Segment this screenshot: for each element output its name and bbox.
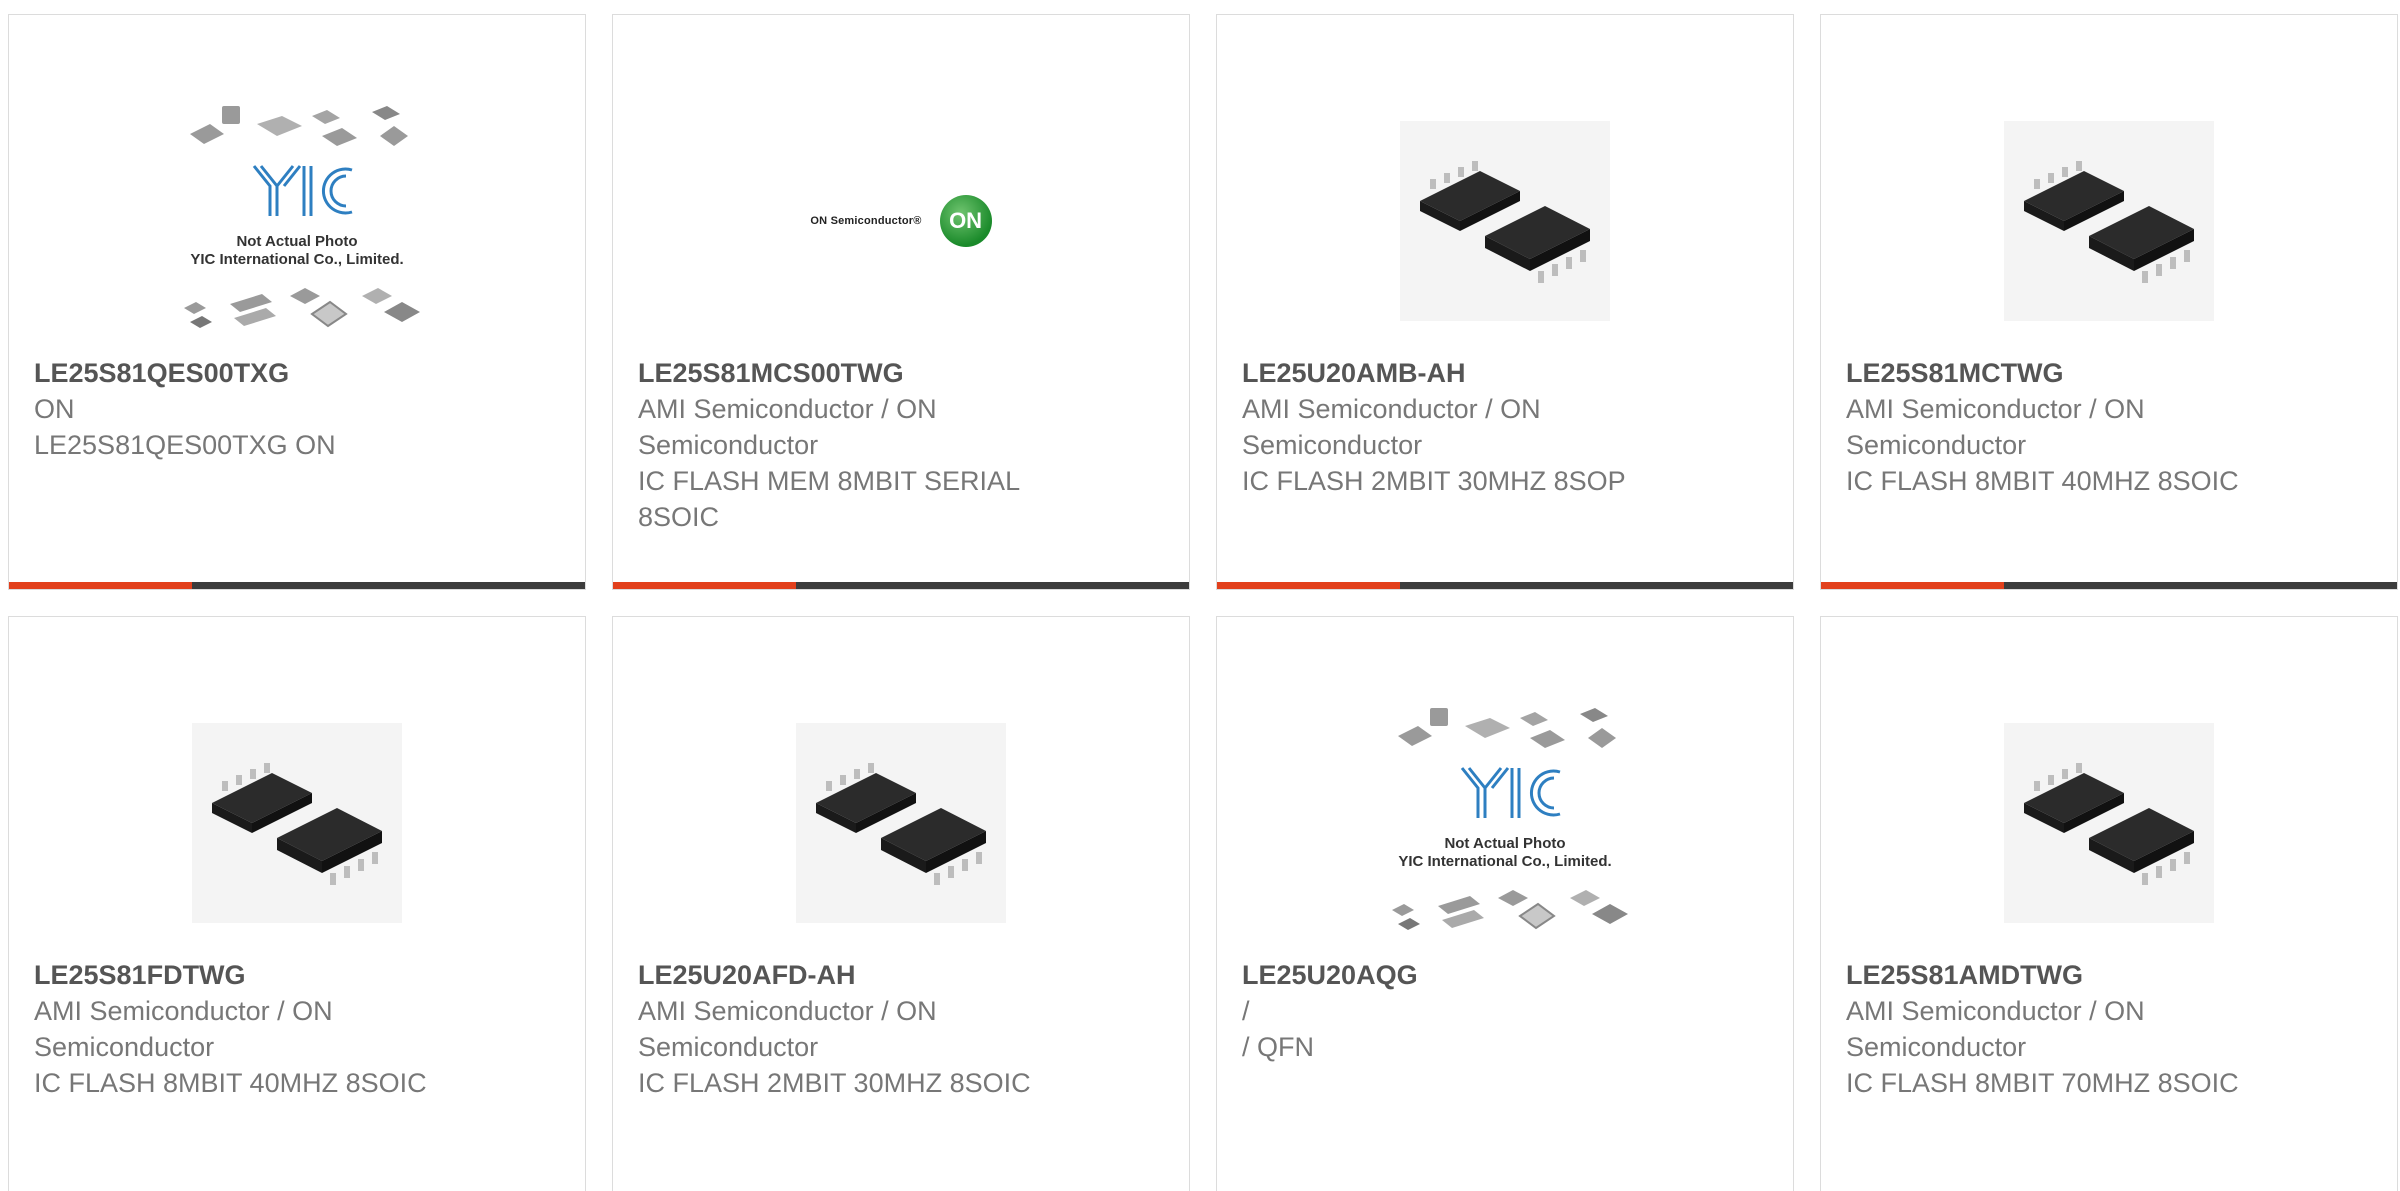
product-image[interactable] <box>751 683 1051 963</box>
soic-chip-image <box>796 723 1006 923</box>
description: / QFN <box>1242 1032 1314 1062</box>
image-caption-line2: YIC International Co., Limited. <box>190 251 403 268</box>
description: IC FLASH 8MBIT 40MHZ 8SOIC <box>1846 466 2239 496</box>
product-image[interactable]: Not Actual Photo YIC International Co., … <box>147 81 447 361</box>
card-bar-accent <box>613 582 796 589</box>
description: IC FLASH 8MBIT 40MHZ 8SOIC <box>34 1068 427 1098</box>
description: IC FLASH 2MBIT 30MHZ 8SOIC <box>638 1068 1031 1098</box>
image-caption-line2: YIC International Co., Limited. <box>1398 853 1611 870</box>
manufacturer: AMI Semiconductor / ON Semiconductor <box>1242 394 1541 460</box>
part-number[interactable]: LE25U20AMB-AH <box>1242 355 1768 391</box>
product-card[interactable]: Not Actual Photo YIC International Co., … <box>8 14 586 590</box>
part-number[interactable]: LE25S81AMDTWG <box>1846 957 2372 993</box>
product-card[interactable]: LE25U20AMB-AH AMI Semiconductor / ON Sem… <box>1216 14 1794 590</box>
part-number[interactable]: LE25U20AQG <box>1242 957 1768 993</box>
part-number[interactable]: LE25S81MCS00TWG <box>638 355 1164 391</box>
on-semiconductor-logo: ON Semiconductor® ON <box>810 195 992 247</box>
product-image[interactable]: ON Semiconductor® ON <box>751 81 1051 361</box>
description: LE25S81QES00TXG ON <box>34 430 336 460</box>
description: IC FLASH 8MBIT 70MHZ 8SOIC <box>1846 1068 2239 1098</box>
part-number[interactable]: LE25S81QES00TXG <box>34 355 560 391</box>
description: IC FLASH MEM 8MBIT SERIAL 8SOIC <box>638 466 1020 532</box>
product-card[interactable]: Not Actual Photo YIC International Co., … <box>1216 616 1794 1191</box>
product-card[interactable]: LE25U20AFD-AH AMI Semiconductor / ON Sem… <box>612 616 1190 1191</box>
card-progress-bar <box>1217 582 1793 589</box>
part-number[interactable]: LE25S81FDTWG <box>34 957 560 993</box>
product-card[interactable]: LE25S81FDTWG AMI Semiconductor / ON Semi… <box>8 616 586 1191</box>
card-bar-accent <box>1821 582 2004 589</box>
soic-chip-image <box>1400 121 1610 321</box>
product-image[interactable]: Not Actual Photo YIC International Co., … <box>1355 683 1655 963</box>
product-image[interactable] <box>1959 81 2259 361</box>
card-progress-bar <box>613 582 1189 589</box>
image-caption-line1: Not Actual Photo <box>236 233 357 250</box>
manufacturer: / <box>1242 996 1250 1026</box>
manufacturer: AMI Semiconductor / ON Semiconductor <box>638 996 937 1062</box>
product-image[interactable] <box>1355 81 1655 361</box>
manufacturer: AMI Semiconductor / ON Semiconductor <box>1846 996 2145 1062</box>
product-card[interactable]: LE25S81MCTWG AMI Semiconductor / ON Semi… <box>1820 14 2398 590</box>
description: IC FLASH 2MBIT 30MHZ 8SOP <box>1242 466 1626 496</box>
product-grid: Not Actual Photo YIC International Co., … <box>8 14 2400 1191</box>
part-number[interactable]: LE25U20AFD-AH <box>638 957 1164 993</box>
card-progress-bar <box>1821 582 2397 589</box>
part-number[interactable]: LE25S81MCTWG <box>1846 355 2372 391</box>
yic-placeholder-image: Not Actual Photo YIC International Co., … <box>1392 708 1628 930</box>
soic-chip-image <box>2004 723 2214 923</box>
yic-placeholder-image: Not Actual Photo YIC International Co., … <box>184 106 420 328</box>
product-card[interactable]: ON Semiconductor® ON LE25S81MCS00TWG AMI… <box>612 14 1190 590</box>
product-card[interactable]: LE25S81AMDTWG AMI Semiconductor / ON Sem… <box>1820 616 2398 1191</box>
soic-chip-image <box>192 723 402 923</box>
soic-chip-image <box>2004 121 2214 321</box>
manufacturer: AMI Semiconductor / ON Semiconductor <box>1846 394 2145 460</box>
card-bar-accent <box>9 582 192 589</box>
manufacturer: AMI Semiconductor / ON Semiconductor <box>34 996 333 1062</box>
product-image[interactable] <box>147 683 447 963</box>
card-progress-bar <box>9 582 585 589</box>
logo-text: ON Semiconductor® <box>810 215 922 227</box>
card-bar-accent <box>1217 582 1400 589</box>
product-image[interactable] <box>1959 683 2259 963</box>
manufacturer: AMI Semiconductor / ON Semiconductor <box>638 394 937 460</box>
manufacturer: ON <box>34 394 75 424</box>
image-caption-line1: Not Actual Photo <box>1444 835 1565 852</box>
on-logo-icon: ON <box>939 195 992 247</box>
